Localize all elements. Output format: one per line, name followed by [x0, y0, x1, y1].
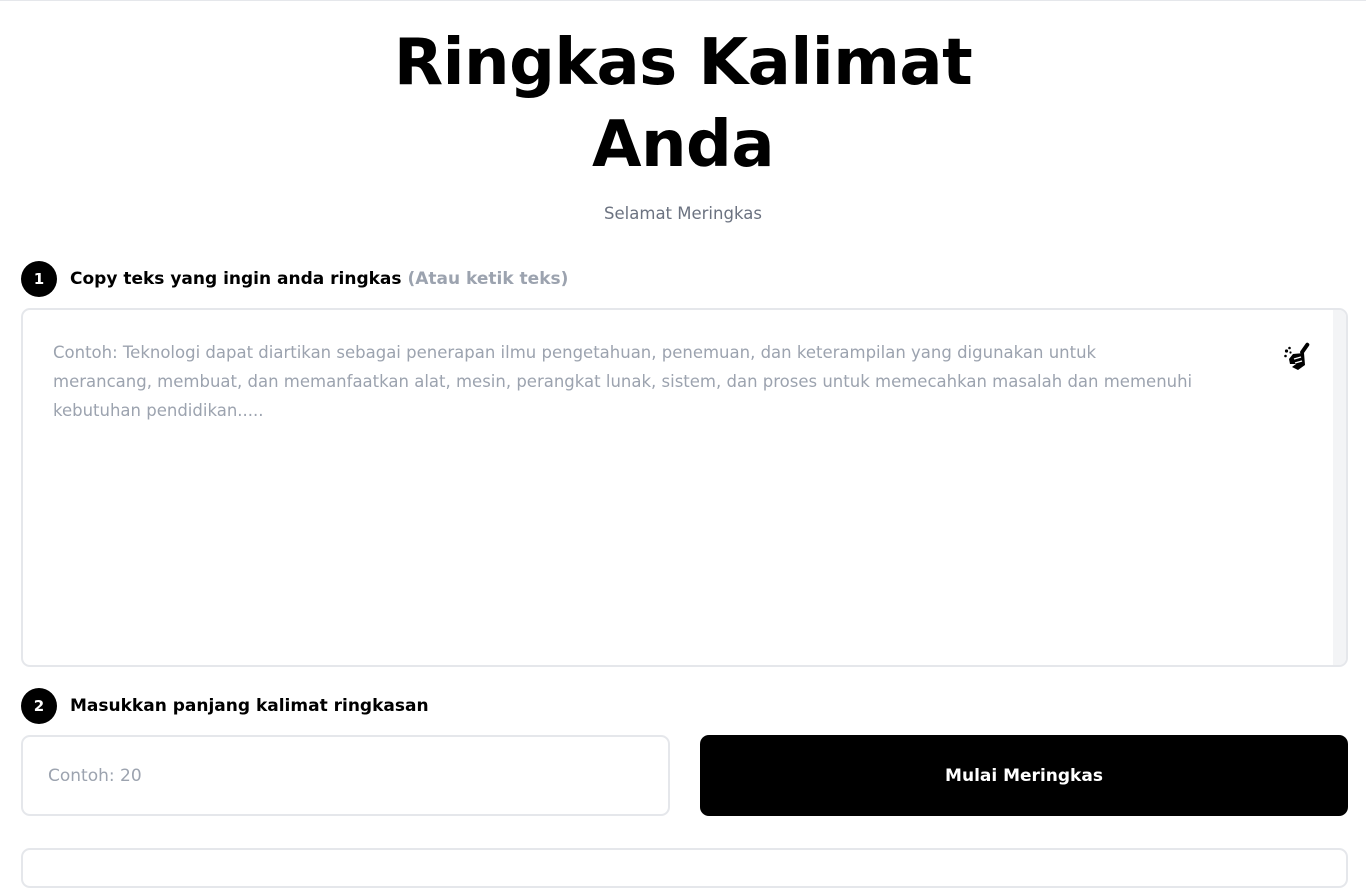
step-label: Copy teks yang ingin anda ringkas (Atau … [70, 269, 568, 289]
source-text-container [21, 308, 1348, 667]
start-summarize-button[interactable]: Mulai Meringkas [700, 735, 1348, 816]
hero-section: Ringkas Kalimat Anda Selamat Meringkas [0, 22, 1366, 223]
page-title: Ringkas Kalimat Anda [393, 26, 973, 182]
summary-length-input[interactable] [21, 735, 670, 816]
source-text-area[interactable] [23, 310, 1333, 665]
broom-icon [1284, 342, 1310, 370]
step-1-label-text: Copy teks yang ingin anda ringkas [70, 269, 402, 289]
step-number-badge: 1 [21, 261, 57, 297]
step-number-badge: 2 [21, 688, 57, 724]
step-1-heading: 1 Copy teks yang ingin anda ringkas (Ata… [21, 261, 568, 297]
top-divider [0, 0, 1366, 1]
textarea-scrollbar[interactable] [1333, 310, 1346, 665]
step-2-label-text: Masukkan panjang kalimat ringkasan [70, 696, 429, 716]
result-container [21, 848, 1348, 888]
step-1-hint: (Atau ketik teks) [407, 269, 569, 289]
page-subtitle: Selamat Meringkas [604, 204, 762, 223]
clear-text-button[interactable] [1283, 339, 1315, 373]
step-2-heading: 2 Masukkan panjang kalimat ringkasan [21, 688, 429, 724]
